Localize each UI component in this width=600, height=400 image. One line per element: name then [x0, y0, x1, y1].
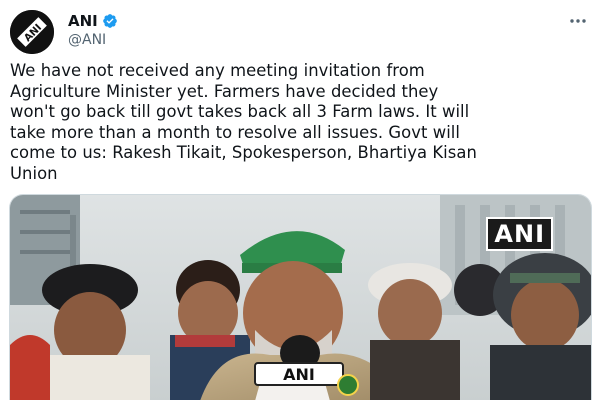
ani-watermark: ANI — [486, 217, 553, 251]
display-name-row: ANI — [68, 12, 118, 30]
ani-logo-icon: ANI — [10, 10, 54, 54]
account-handle[interactable]: @ANI — [68, 31, 118, 49]
avatar[interactable]: ANI — [10, 10, 54, 54]
tweet-text: We have not received any meeting invitat… — [10, 61, 477, 183]
account-names: ANI @ANI — [68, 12, 118, 49]
verified-badge-icon — [102, 14, 117, 28]
tweet-media-image[interactable]: ANI ANI — [9, 194, 592, 400]
tweet-header: ANI ANI @ANI — [10, 8, 590, 54]
mic-label-text: ANI — [283, 365, 315, 384]
more-options-icon[interactable] — [568, 14, 588, 28]
tweet-card: ANI ANI @ANI We have not received any me… — [0, 0, 600, 400]
display-name[interactable]: ANI — [68, 12, 98, 30]
